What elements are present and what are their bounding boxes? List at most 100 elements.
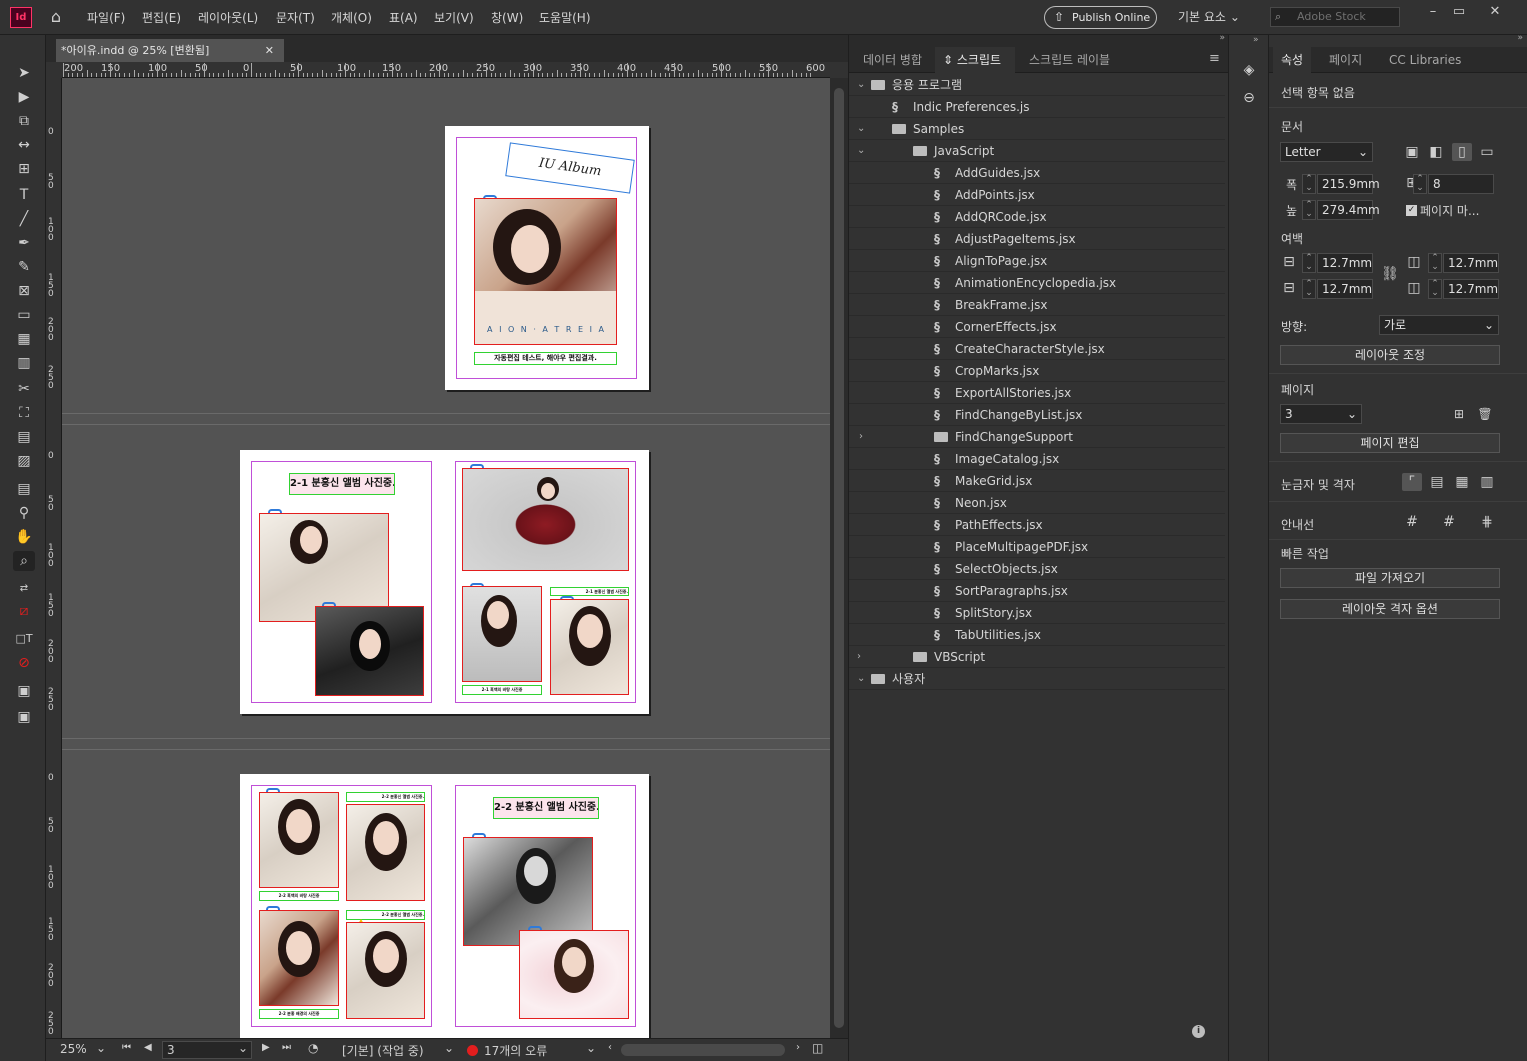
photo-frame[interactable] (346, 804, 425, 901)
direct-selection-tool-icon[interactable]: ▶ (13, 87, 35, 107)
layout-grid-icon[interactable]: ▥ (1477, 473, 1497, 491)
tree-folder-item[interactable]: › VBScript (849, 646, 1225, 668)
intent-print-icon[interactable]: ▣ (1402, 143, 1422, 161)
menu-window[interactable]: 창(W) (491, 9, 523, 26)
tree-script-item[interactable]: § FindChangeByList.jsx (849, 404, 1225, 426)
panel-menu-icon[interactable]: ≡ (1209, 51, 1220, 66)
tree-script-item[interactable]: § AdjustPageItems.jsx (849, 228, 1225, 250)
preflight-profile[interactable]: [기본] (작업 중) (342, 1042, 424, 1059)
chevron-down-icon[interactable]: ⌄ (857, 668, 865, 690)
note-tool-icon[interactable]: ▤ (13, 479, 35, 499)
tree-folder-item[interactable]: ⌄ 사용자 (849, 668, 1225, 690)
baseline-grid-icon[interactable]: ▤ (1427, 473, 1447, 491)
scroll-right-icon[interactable]: › (796, 1042, 800, 1053)
close-icon[interactable]: ✕ (1482, 4, 1508, 20)
screen-mode-icon[interactable]: ▣ (13, 681, 35, 701)
pencil-tool-icon[interactable]: ✎ (13, 257, 35, 277)
formatting-affects-icon[interactable]: □T (13, 629, 35, 649)
document-tab[interactable]: *아이유.indd @ 25% [변환됨] ✕ (56, 39, 284, 62)
minimize-icon[interactable]: – (1420, 4, 1446, 20)
horizontal-ruler[interactable]: 200 150 100 50 0 50 100 150 200 250 300 … (62, 62, 830, 78)
photo-frame[interactable] (315, 606, 424, 696)
hand-tool-icon[interactable]: ✋ (13, 527, 35, 547)
add-page-icon[interactable]: ⊞ (1449, 405, 1469, 423)
page-5[interactable]: 2-2 분홍신 앨범 사진중... (444, 774, 649, 1038)
chevron-down-icon[interactable]: ⌄ (857, 118, 865, 140)
free-transform-tool-icon[interactable]: ⛶ (13, 403, 35, 423)
caption-frame[interactable]: 2-2 분홍 배경의 사진중 (259, 1009, 339, 1019)
margin-bottom-stepper[interactable]: ⌃ ⌄ (1302, 279, 1316, 299)
page-select[interactable]: 3 ⌄ (1280, 404, 1362, 424)
pasteboard[interactable]: IU Album A I O N · A T R E I A 자동편집 테스트,… (62, 78, 830, 1038)
page-size-select[interactable]: Letter ⌄ (1280, 142, 1373, 162)
margin-inside-stepper[interactable]: ⌃ ⌄ (1428, 253, 1442, 273)
default-colors-icon[interactable]: ⇄ (13, 579, 35, 599)
preflight-errors[interactable]: 17개의 오류 (484, 1042, 547, 1059)
gradient-swatch-tool-icon[interactable]: ▤ (13, 427, 35, 447)
tab-data-merge[interactable]: 데이터 병합 (855, 47, 930, 73)
chevron-down-icon[interactable]: ⌄ (444, 1041, 454, 1055)
chevron-down-icon[interactable]: ⌄ (857, 140, 865, 162)
orientation-portrait-icon[interactable]: ▯ (1452, 143, 1472, 161)
width-stepper[interactable]: ⌃ ⌄ (1302, 174, 1316, 194)
tree-script-item[interactable]: § PlaceMultipagePDF.jsx (849, 536, 1225, 558)
first-page-icon[interactable]: ⏮ (122, 1042, 131, 1053)
tree-script-item[interactable]: § AnimationEncyclopedia.jsx (849, 272, 1225, 294)
tree-script-item[interactable]: § ExportAllStories.jsx (849, 382, 1225, 404)
menu-table[interactable]: 표(A) (389, 9, 418, 26)
content-collector-icon[interactable]: ⊞ (13, 159, 35, 179)
chevron-down-icon[interactable]: ⌄ (238, 1041, 248, 1055)
orientation-select[interactable]: 가로 ⌄ (1379, 315, 1499, 335)
caption-frame[interactable]: 2-2 분홍신 앨범 사진중. (346, 792, 425, 802)
orientation-landscape-icon[interactable]: ▭ (1477, 143, 1497, 161)
photo-frame[interactable] (462, 468, 629, 571)
tree-folder-item[interactable]: ⌄ Samples (849, 118, 1225, 140)
scroll-thumb[interactable] (834, 88, 844, 1028)
photo-frame[interactable] (519, 930, 629, 1019)
delete-page-icon[interactable]: 🗑 (1475, 405, 1495, 423)
fill-stroke-icon[interactable]: ⧄ (13, 601, 35, 621)
tree-folder-item[interactable]: ⌄ 응용 프로그램 (849, 74, 1225, 96)
tree-folder-item[interactable]: ⌄ JavaScript (849, 140, 1225, 162)
page-4[interactable]: 2-2 흑백의 바탕 사진중 2-2 분홍신 앨범 사진중. 2-2 분홍 배경… (240, 774, 444, 1038)
horizontal-scroll-thumb[interactable] (621, 1044, 785, 1056)
tree-script-item[interactable]: § SelectObjects.jsx (849, 558, 1225, 580)
menu-file[interactable]: 파일(F) (87, 9, 125, 26)
rectangle-frame-tool-icon[interactable]: ⊠ (13, 281, 35, 301)
chevron-right-icon[interactable]: › (857, 646, 861, 668)
tree-script-item[interactable]: § BreakFrame.jsx (849, 294, 1225, 316)
collapse-panel-icon[interactable]: » (1253, 35, 1259, 45)
tree-script-item[interactable]: § CropMarks.jsx (849, 360, 1225, 382)
last-page-icon[interactable]: ⏭ (282, 1042, 291, 1053)
edit-page-button[interactable]: 페이지 편집 (1280, 433, 1500, 453)
maximize-icon[interactable]: ▭ (1446, 4, 1472, 20)
rectangle-tool-icon[interactable]: ▭ (13, 305, 35, 325)
link-margins-icon[interactable]: ⛓ (1380, 265, 1400, 283)
zoom-level[interactable]: 25% (60, 1042, 87, 1056)
zoom-tool-icon[interactable]: ⌕ (13, 551, 35, 571)
publish-online-button[interactable]: ⇧ Publish Online (1044, 6, 1157, 29)
next-page-icon[interactable]: ▶ (262, 1042, 270, 1053)
grid-tool-icon[interactable]: ▥ (13, 353, 35, 373)
width-field[interactable]: 215.9mm (1317, 174, 1380, 194)
photo-frame[interactable] (346, 922, 425, 1019)
workspace-switcher[interactable]: 기본 요소 ⌄ (1178, 8, 1240, 25)
preview-mode-icon[interactable]: ▣ (13, 707, 35, 727)
caption-frame[interactable]: 2-1 흑백의 바탕 사진중 (462, 685, 542, 695)
page-tool-icon[interactable]: ⧉ (13, 111, 35, 131)
split-view-icon[interactable]: ◫ (812, 1041, 823, 1055)
tree-script-item[interactable]: § AddGuides.jsx (849, 162, 1225, 184)
layout-grid-options-button[interactable]: 레이아웃 격자 옵션 (1280, 599, 1500, 619)
photo-frame[interactable] (259, 792, 339, 888)
collapse-panel-icon[interactable]: » (1219, 33, 1225, 43)
margin-bottom-field[interactable]: 12.7mm (1317, 279, 1373, 299)
document-grid-icon[interactable]: ▦ (1452, 473, 1472, 491)
tree-script-item[interactable]: § AlignToPage.jsx (849, 250, 1225, 272)
layers-icon[interactable]: ◈ (1239, 61, 1259, 79)
tree-script-item[interactable]: § TabUtilities.jsx (849, 624, 1225, 646)
tab-pages[interactable]: 페이지 (1321, 47, 1370, 73)
margin-top-field[interactable]: 12.7mm (1317, 253, 1373, 273)
tab-cc-libraries[interactable]: CC Libraries (1381, 47, 1469, 73)
pen-tool-icon[interactable]: ✒ (13, 233, 35, 253)
vertical-ruler[interactable]: 0 5 0 1 0 0 1 5 0 2 0 0 2 5 0 0 5 0 1 0 … (46, 78, 62, 1038)
